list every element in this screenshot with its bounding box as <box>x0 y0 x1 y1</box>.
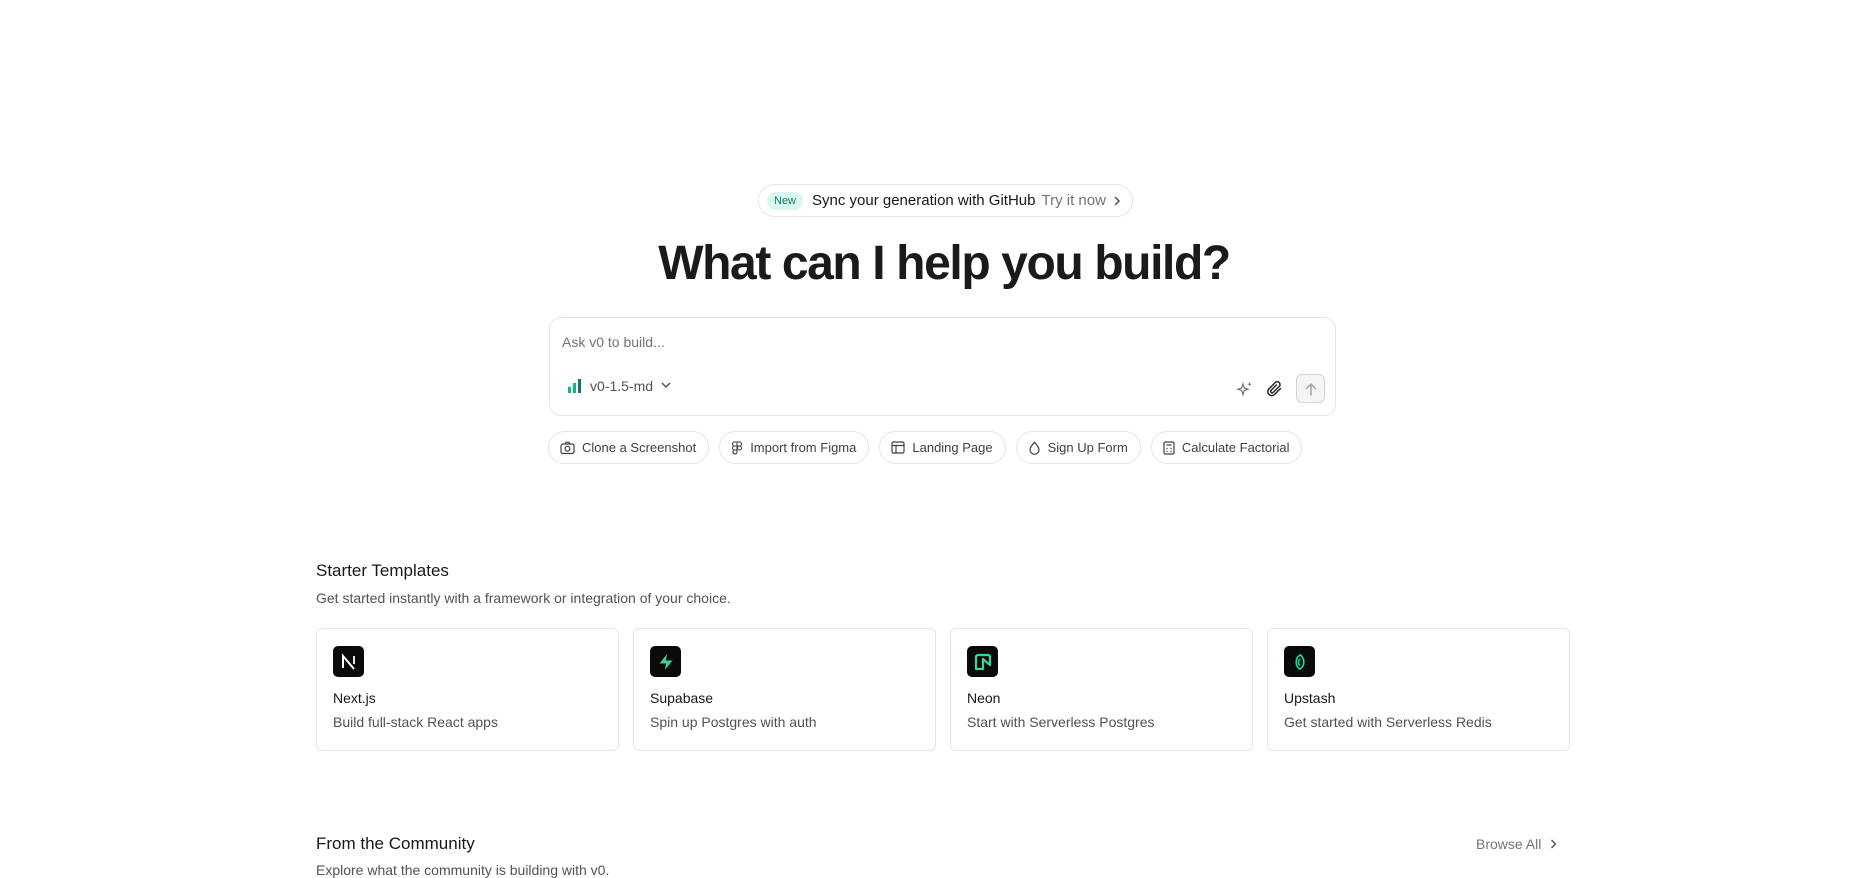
template-card-nextjs[interactable]: Next.js Build full-stack React apps <box>316 628 619 751</box>
camera-icon <box>560 441 575 454</box>
prompt-input[interactable] <box>562 328 1302 356</box>
template-name: Upstash <box>1284 690 1336 706</box>
prompt-box: v0-1.5-md <box>549 317 1336 416</box>
layout-icon <box>891 441 905 454</box>
starter-templates-title: Starter Templates <box>316 561 449 580</box>
arrow-up-icon <box>1305 382 1316 396</box>
signal-bars-icon <box>568 379 581 393</box>
github-sync-announcement[interactable]: New Sync your generation with GitHub Try… <box>758 184 1133 217</box>
suggestion-chips: Clone a Screenshot Import from Figma Lan… <box>548 431 1303 464</box>
template-description: Build full-stack React apps <box>333 714 498 730</box>
model-name: v0-1.5-md <box>590 378 654 394</box>
template-description: Spin up Postgres with auth <box>650 714 817 730</box>
chevron-down-icon <box>661 381 671 392</box>
nextjs-logo-icon <box>333 646 364 677</box>
suggestion-calculate-factorial[interactable]: Calculate Factorial <box>1150 431 1303 464</box>
template-name: Supabase <box>650 690 714 706</box>
paperclip-icon[interactable] <box>1266 380 1284 398</box>
prompt-actions <box>1236 374 1325 403</box>
suggestion-sign-up-form[interactable]: Sign Up Form <box>1015 431 1141 464</box>
send-button[interactable] <box>1296 374 1325 403</box>
template-description: Start with Serverless Postgres <box>967 714 1155 730</box>
template-card-supabase[interactable]: Supabase Spin up Postgres with auth <box>633 628 936 751</box>
template-name: Neon <box>967 690 1001 706</box>
suggestion-label: Sign Up Form <box>1047 440 1128 455</box>
template-card-neon[interactable]: Neon Start with Serverless Postgres <box>950 628 1253 751</box>
model-selector[interactable]: v0-1.5-md <box>568 378 671 394</box>
page-headline: What can I help you build? <box>658 237 1231 290</box>
supabase-logo-icon <box>650 646 681 677</box>
browse-all-label: Browse All <box>1476 836 1542 852</box>
template-name: Next.js <box>333 690 376 706</box>
upstash-logo-icon <box>1284 646 1315 677</box>
new-badge: New <box>767 191 804 210</box>
template-card-upstash[interactable]: Upstash Get started with Serverless Redi… <box>1267 628 1570 751</box>
calculator-icon <box>1163 440 1175 455</box>
starter-templates-subtitle: Get started instantly with a framework o… <box>316 590 731 606</box>
droplet-icon <box>1029 440 1040 455</box>
suggestion-label: Landing Page <box>912 440 993 455</box>
try-it-now-link[interactable]: Try it now <box>1041 192 1105 209</box>
announcement-message: Sync your generation with GitHub <box>812 192 1036 209</box>
starter-templates-grid: Next.js Build full-stack React apps Supa… <box>316 628 1570 751</box>
figma-icon <box>732 440 743 454</box>
sparkle-icon[interactable] <box>1236 380 1254 398</box>
community-title: From the Community <box>316 834 475 853</box>
neon-logo-icon <box>967 646 998 677</box>
browse-all-link[interactable]: Browse All <box>1476 836 1557 852</box>
chevron-right-icon <box>1550 836 1557 852</box>
chevron-right-icon <box>1113 193 1121 209</box>
suggestion-import-figma[interactable]: Import from Figma <box>719 431 870 464</box>
suggestion-label: Import from Figma <box>750 440 857 455</box>
suggestion-clone-screenshot[interactable]: Clone a Screenshot <box>548 431 710 464</box>
suggestion-landing-page[interactable]: Landing Page <box>879 431 1006 464</box>
suggestion-label: Calculate Factorial <box>1181 440 1290 455</box>
template-description: Get started with Serverless Redis <box>1284 714 1492 730</box>
suggestion-label: Clone a Screenshot <box>582 440 697 455</box>
